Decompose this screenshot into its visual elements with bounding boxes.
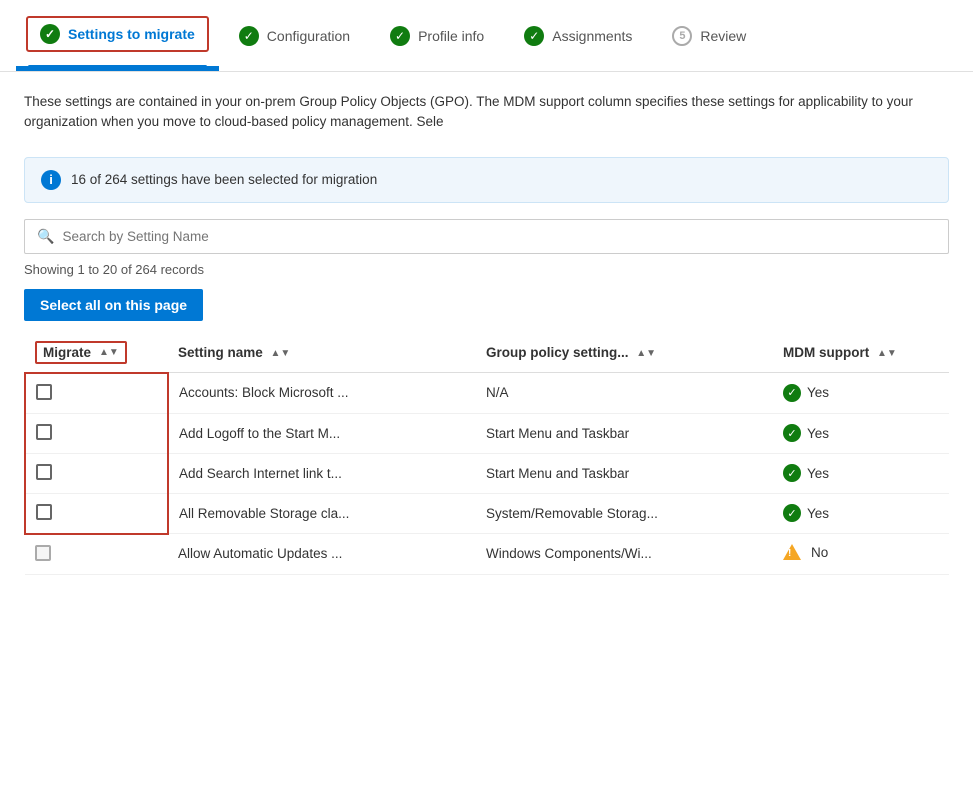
row-checkbox[interactable] bbox=[35, 545, 51, 561]
wizard-tabs: ✓ Settings to migrate ✓ Configuration ✓ … bbox=[0, 0, 973, 72]
setting-header-label: Setting name bbox=[178, 345, 263, 360]
search-box[interactable]: 🔍 bbox=[24, 219, 949, 254]
table-row: Accounts: Block Microsoft ...N/A ✓ Yes bbox=[25, 373, 949, 414]
setting-name-cell: All Removable Storage cla... bbox=[168, 493, 476, 534]
info-icon: i bbox=[41, 170, 61, 190]
migrate-cell bbox=[25, 413, 168, 453]
setting-sort-icon[interactable]: ▲▼ bbox=[271, 350, 291, 357]
tab-settings-label: Settings to migrate bbox=[68, 26, 195, 42]
tab-profile-check-icon: ✓ bbox=[390, 26, 410, 46]
mdm-check-icon: ✓ bbox=[783, 464, 801, 482]
mdm-check-icon: ✓ bbox=[783, 384, 801, 402]
migrate-sort-icon[interactable]: ▲▼ bbox=[99, 349, 119, 356]
setting-name-cell: Add Logoff to the Start M... bbox=[168, 413, 476, 453]
mdm-yes-label: Yes bbox=[807, 385, 829, 400]
group-sort-icon[interactable]: ▲▼ bbox=[636, 350, 656, 357]
group-policy-cell: System/Removable Storag... bbox=[476, 493, 773, 534]
migrate-header-label: Migrate bbox=[43, 345, 91, 360]
mdm-yes: ✓ Yes bbox=[783, 424, 939, 442]
mdm-yes-label: Yes bbox=[807, 466, 829, 481]
description-text: These settings are contained in your on-… bbox=[24, 92, 949, 133]
tab-configuration[interactable]: ✓ Configuration bbox=[219, 10, 370, 62]
tab-settings[interactable]: ✓ Settings to migrate bbox=[16, 0, 219, 71]
mdm-support-cell: ✓ Yes bbox=[773, 453, 949, 493]
mdm-yes-label: Yes bbox=[807, 426, 829, 441]
migrate-cell bbox=[25, 493, 168, 534]
info-banner: i 16 of 264 settings have been selected … bbox=[24, 157, 949, 203]
mdm-sort-icon[interactable]: ▲▼ bbox=[877, 350, 897, 357]
tab-configuration-label: Configuration bbox=[267, 28, 350, 44]
tab-assignments-label: Assignments bbox=[552, 28, 632, 44]
group-header-label: Group policy setting... bbox=[486, 345, 629, 360]
tab-assignments-check-icon: ✓ bbox=[524, 26, 544, 46]
mdm-check-icon: ✓ bbox=[783, 504, 801, 522]
table-row: Add Search Internet link t...Start Menu … bbox=[25, 453, 949, 493]
group-policy-cell: Start Menu and Taskbar bbox=[476, 413, 773, 453]
row-checkbox[interactable] bbox=[36, 464, 52, 480]
group-policy-cell: N/A bbox=[476, 373, 773, 414]
group-policy-cell: Start Menu and Taskbar bbox=[476, 453, 773, 493]
search-icon: 🔍 bbox=[37, 228, 54, 245]
mdm-check-icon: ✓ bbox=[783, 424, 801, 442]
mdm-support-cell: ✓ Yes bbox=[773, 493, 949, 534]
col-header-mdm: MDM support ▲▼ bbox=[773, 333, 949, 373]
tab-review[interactable]: 5 Review bbox=[652, 10, 766, 62]
migrate-cell bbox=[25, 453, 168, 493]
mdm-support-cell: ✓ Yes bbox=[773, 413, 949, 453]
col-header-group: Group policy setting... ▲▼ bbox=[476, 333, 773, 373]
setting-name-cell: Allow Automatic Updates ... bbox=[168, 534, 476, 575]
tab-review-label: Review bbox=[700, 28, 746, 44]
row-checkbox[interactable] bbox=[36, 384, 52, 400]
tab-configuration-check-icon: ✓ bbox=[239, 26, 259, 46]
tab-profile-label: Profile info bbox=[418, 28, 484, 44]
migrate-cell bbox=[25, 373, 168, 414]
records-count: Showing 1 to 20 of 264 records bbox=[24, 262, 949, 277]
mdm-no-label: No bbox=[811, 545, 828, 560]
migrate-cell bbox=[25, 534, 168, 575]
table-row: Allow Automatic Updates ...Windows Compo… bbox=[25, 534, 949, 575]
tab-review-num: 5 bbox=[672, 26, 692, 46]
warn-triangle-icon bbox=[783, 544, 801, 560]
tab-settings-check-icon: ✓ bbox=[40, 24, 60, 44]
tab-profile[interactable]: ✓ Profile info bbox=[370, 10, 504, 62]
mdm-support-cell: No bbox=[773, 534, 949, 575]
col-header-setting: Setting name ▲▼ bbox=[168, 333, 476, 373]
mdm-yes: ✓ Yes bbox=[783, 504, 939, 522]
setting-name-cell: Add Search Internet link t... bbox=[168, 453, 476, 493]
mdm-yes-label: Yes bbox=[807, 506, 829, 521]
settings-table: Migrate ▲▼ Setting name ▲▼ Group policy … bbox=[24, 333, 949, 575]
select-all-button[interactable]: Select all on this page bbox=[24, 289, 203, 321]
row-checkbox[interactable] bbox=[36, 504, 52, 520]
col-header-migrate: Migrate ▲▼ bbox=[25, 333, 168, 373]
mdm-yes: ✓ Yes bbox=[783, 464, 939, 482]
search-input[interactable] bbox=[62, 229, 936, 244]
table-row: All Removable Storage cla...System/Remov… bbox=[25, 493, 949, 534]
mdm-yes: ✓ Yes bbox=[783, 384, 939, 402]
mdm-header-label: MDM support bbox=[783, 345, 869, 360]
row-checkbox[interactable] bbox=[36, 424, 52, 440]
group-policy-cell: Windows Components/Wi... bbox=[476, 534, 773, 575]
table-row: Add Logoff to the Start M...Start Menu a… bbox=[25, 413, 949, 453]
mdm-warn: No bbox=[783, 544, 828, 560]
setting-name-cell: Accounts: Block Microsoft ... bbox=[168, 373, 476, 414]
mdm-support-cell: ✓ Yes bbox=[773, 373, 949, 414]
tab-assignments[interactable]: ✓ Assignments bbox=[504, 10, 652, 62]
banner-text: 16 of 264 settings have been selected fo… bbox=[71, 172, 377, 187]
main-content: These settings are contained in your on-… bbox=[0, 72, 973, 595]
